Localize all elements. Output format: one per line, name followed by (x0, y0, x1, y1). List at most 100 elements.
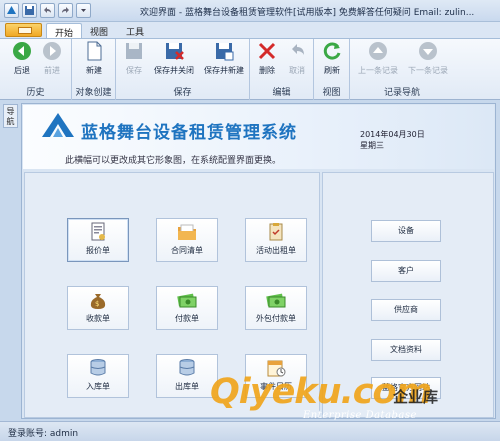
status-bar: 登录账号: admin (0, 421, 500, 441)
tile-rental-order-label: 活动出租单 (256, 246, 296, 255)
app-menu-icon (18, 27, 32, 34)
tab-start[interactable]: 开始 (46, 23, 83, 39)
new-button[interactable]: 新建 (74, 40, 114, 82)
group-label-create: 对象创建 (75, 88, 112, 98)
group-history: 后退 前进 历史 (0, 39, 72, 100)
save-close-icon (166, 43, 184, 60)
forward-arrow-icon (43, 42, 61, 60)
save-disk-icon (126, 43, 142, 59)
redo-icon[interactable] (58, 3, 73, 18)
ribbon: 后退 前进 历史 新建 对象创建 保存 保存并关闭 保存并新建 保存 删除 取消… (0, 38, 500, 100)
watermark: Qiyeku.com 企业库 Enterprise Database (210, 372, 500, 421)
svg-text:$: $ (95, 300, 99, 308)
undo-arrow-icon (292, 44, 304, 55)
quick-access-toolbar (4, 3, 91, 18)
banner-subtitle: 此横幅可以更改成其它形象图，在系统配置界面更换。 (65, 156, 282, 166)
tile-quote-label: 报价单 (86, 246, 110, 255)
undo-icon[interactable] (40, 3, 55, 18)
next-record-label: 下一条记录 (408, 66, 448, 75)
down-arrow-icon (419, 42, 437, 60)
cancel-label: 取消 (289, 66, 305, 75)
tile-outsource-payment[interactable]: 外包付款单 (245, 286, 307, 330)
tile-payment-label: 付款单 (175, 314, 199, 323)
banner-date: 2014年04月30日 星期三 (360, 129, 425, 151)
save-new-button[interactable]: 保存并新建 (200, 40, 248, 82)
new-document-icon (87, 41, 102, 61)
new-label: 新建 (86, 66, 102, 75)
forward-label: 前进 (44, 66, 60, 75)
group-create: 新建 对象创建 (72, 39, 116, 100)
save-close-button[interactable]: 保存并关闭 (150, 40, 198, 82)
banner-title: 蓝格舞台设备租赁管理系统 (81, 123, 297, 143)
tile-contract-list-label: 合同清单 (171, 246, 203, 255)
group-label-edit: 编辑 (272, 88, 291, 98)
delete-label: 删除 (259, 66, 275, 75)
group-save: 保存 保存并关闭 保存并新建 保存 (116, 39, 250, 100)
date-text: 2014年04月30日 (360, 130, 425, 139)
save-new-icon (216, 43, 234, 61)
clipboard-icon (269, 223, 283, 241)
tile-outsource-payment-label: 外包付款单 (256, 314, 296, 323)
save-button[interactable]: 保存 (117, 40, 151, 82)
cash-icon (177, 293, 197, 308)
save-label: 保存 (126, 66, 142, 75)
group-view: 刷新 视图 (314, 39, 350, 100)
up-arrow-icon (369, 42, 387, 60)
link-suppliers[interactable]: 供应商 (371, 299, 441, 321)
weekday-text: 星期三 (360, 141, 384, 150)
tile-stock-out-label: 出库单 (175, 382, 199, 391)
link-equipment[interactable]: 设备 (371, 220, 441, 242)
app-icon[interactable] (4, 3, 19, 18)
ribbon-tab-row: 开始 视图 工具 (0, 22, 500, 39)
tile-payment[interactable]: 付款单 (156, 286, 218, 330)
title-bar: 欢迎界面 - 蓝格舞台设备租赁管理软件[试用版本] 免费解答任何疑问 Email… (0, 0, 500, 22)
group-edit: 删除 取消 编辑 (250, 39, 314, 100)
refresh-button[interactable]: 刷新 (314, 40, 350, 82)
group-label-view: 视图 (322, 88, 341, 98)
tile-stock-in-label: 入库单 (86, 382, 110, 391)
back-arrow-icon (13, 42, 31, 60)
tile-stock-out[interactable]: 出库单 (156, 354, 218, 398)
refresh-label: 刷新 (324, 66, 340, 75)
login-account: 登录账号: admin (8, 429, 79, 439)
refresh-icon (323, 42, 341, 60)
folder-icon (178, 224, 196, 240)
group-record-nav: 上一条记录 下一条记录 记录导航 (350, 39, 454, 100)
prev-record-button[interactable]: 上一条记录 (354, 40, 402, 82)
save-icon[interactable] (22, 3, 37, 18)
delete-button[interactable]: 删除 (251, 40, 283, 82)
forward-button[interactable]: 前进 (32, 40, 72, 82)
group-label-save: 保存 (173, 88, 192, 98)
window-title: 欢迎界面 - 蓝格舞台设备租赁管理软件[试用版本] 免费解答任何疑问 Email… (140, 8, 475, 18)
database-icon (179, 359, 195, 376)
application-menu-button[interactable] (5, 23, 42, 37)
watermark-en: Enterprise Database (303, 410, 417, 421)
money-bag-icon: $ (90, 294, 106, 309)
prev-record-label: 上一条记录 (358, 66, 398, 75)
database-icon (90, 359, 106, 376)
navigation-side-tab[interactable]: 导航 (3, 104, 18, 128)
save-new-label: 保存并新建 (204, 66, 244, 75)
tile-receipt-label: 收款单 (86, 314, 110, 323)
save-close-label: 保存并关闭 (154, 66, 194, 75)
delete-x-icon (258, 42, 276, 60)
group-label-record-nav: 记录导航 (383, 88, 420, 98)
tile-quote[interactable]: 报价单 (67, 218, 129, 262)
watermark-cn: 企业库 (393, 388, 439, 406)
banner: 蓝格舞台设备租赁管理系统 此横幅可以更改成其它形象图，在系统配置界面更换。 20… (23, 105, 494, 169)
link-documents[interactable]: 文档资料 (371, 339, 441, 361)
qat-dropdown-icon[interactable] (76, 3, 91, 18)
link-customers[interactable]: 客户 (371, 260, 441, 282)
cash-icon (266, 293, 286, 308)
group-label-history: 历史 (26, 88, 45, 98)
tile-rental-order[interactable]: 活动出租单 (245, 218, 307, 262)
tile-contract-list[interactable]: 合同清单 (156, 218, 218, 262)
quote-doc-icon (91, 222, 105, 241)
tile-stock-in[interactable]: 入库单 (67, 354, 129, 398)
tile-receipt[interactable]: $ 收款单 (67, 286, 129, 330)
tab-view[interactable]: 视图 (82, 23, 116, 38)
company-logo-icon (42, 113, 74, 137)
tab-tools[interactable]: 工具 (118, 23, 152, 38)
cancel-button[interactable]: 取消 (281, 40, 313, 82)
next-record-button[interactable]: 下一条记录 (404, 40, 452, 82)
